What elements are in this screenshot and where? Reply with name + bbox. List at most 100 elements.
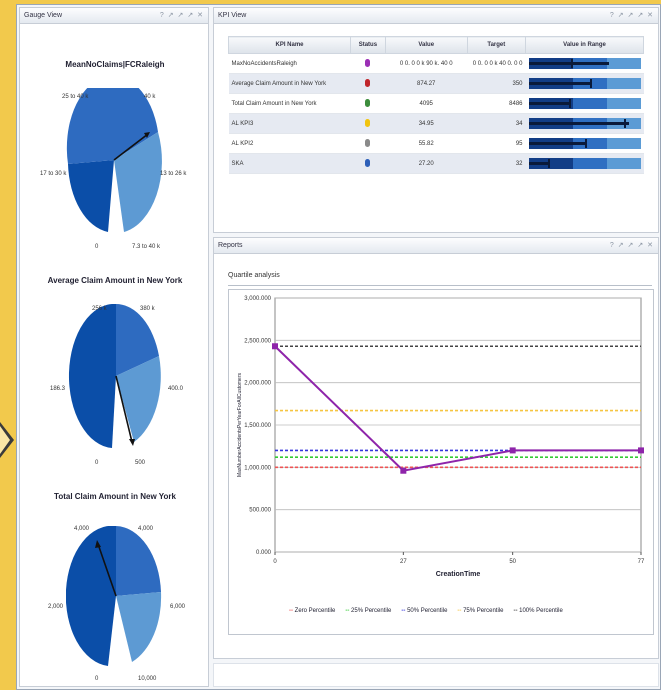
gauge-label: 400.0: [168, 386, 184, 392]
column-header[interactable]: Status: [350, 36, 386, 54]
value-bar: [528, 142, 585, 145]
legend-item: -- 100% Percentile: [513, 608, 562, 614]
status-indicator-icon: [365, 118, 371, 127]
table-row[interactable]: SKA 27.20 32: [228, 153, 644, 174]
value-in-range-bar: [528, 58, 641, 69]
table-row[interactable]: Average Claim Amount in New York 874.27 35…: [228, 73, 644, 94]
gauge-label: 13 to 26 k: [160, 171, 187, 177]
value-in-range-bar: [528, 78, 641, 89]
target-marker: [584, 139, 587, 148]
gauge-2-slice-dark: [68, 304, 116, 448]
kpi-status-cell: [350, 93, 386, 114]
gauge-label: 10,000: [138, 676, 157, 682]
table-row[interactable]: Total Claim Amount in New York 4095 8486: [228, 93, 644, 114]
target-marker: [547, 159, 550, 168]
panel-tools-icon[interactable]: ? ↗ ↗ ↗ ✕: [610, 238, 654, 253]
kpi-range-cell: [525, 153, 644, 174]
y-axis-label: MaxNumberAccidentsPerYearForAllCustomers: [237, 372, 243, 477]
gauge-label: 4,000: [138, 526, 154, 532]
y-tick-label: 2,500.000: [244, 338, 271, 344]
status-indicator-icon: [365, 98, 371, 107]
gauge-label: 0: [95, 676, 99, 682]
kpi-target-cell: 34: [467, 113, 526, 134]
x-tick-label: 77: [638, 559, 645, 565]
kpi-name-cell: MaxNoAccidentsRaleigh: [228, 53, 351, 74]
y-tick-label: 0.000: [256, 550, 272, 556]
kpi-range-cell: [525, 133, 644, 154]
kpi-view-title: KPI View: [218, 12, 247, 19]
quartile-chart-container: 3,000.000 2,500.000 2,000.000 1,500.000 1,00…: [228, 289, 654, 635]
gauge-3-chart: [66, 526, 162, 666]
gauge-3-slice-light: [116, 592, 162, 662]
kpi-value-cell: 55.82: [385, 133, 468, 154]
status-indicator-icon: [365, 58, 371, 67]
table-row[interactable]: AL KPI3 34.95 34: [228, 113, 644, 134]
panel-tools-icon[interactable]: ? ↗ ↗ ↗ ✕: [160, 8, 204, 23]
kpi-value-cell: 34.95: [385, 113, 468, 134]
gauge-label: 500: [135, 460, 146, 466]
kpi-view-panel: KPI View ? ↗ ↗ ↗ ✕ KPI Name Status Value…: [213, 7, 659, 233]
gauge-label: 25 to 40 k: [62, 94, 89, 100]
gauge-label: 0: [95, 244, 99, 250]
report-tab-quartile[interactable]: Quartile analysis: [228, 272, 280, 279]
kpi-target-cell: 350: [467, 73, 526, 94]
data-point: [272, 343, 278, 350]
kpi-value-cell: 4095: [385, 93, 468, 114]
y-tick-label: 1,500.000: [244, 423, 271, 429]
report-divider: [228, 285, 652, 286]
gauge-3-slice-dark: [66, 526, 116, 666]
gauge-label: 186.3: [50, 386, 66, 392]
gauge-label: 7.3 to 40 k: [132, 244, 161, 250]
value-bar: [528, 122, 630, 125]
legend-item: -- 50% Percentile: [401, 608, 447, 614]
gauge-label: 2,000: [48, 604, 64, 610]
target-marker: [590, 79, 593, 88]
kpi-name-cell: Total Claim Amount in New York: [228, 93, 351, 114]
status-indicator-icon: [365, 138, 371, 147]
range-band: [573, 158, 607, 169]
table-row[interactable]: AL KPI2 55.82 95: [228, 133, 644, 154]
legend-label: 50% Percentile: [407, 608, 448, 614]
gauge-title: Total Claim Amount in New York: [54, 492, 176, 501]
x-tick-label: 50: [509, 559, 516, 565]
gauge-title: MeanNoClaims|FCRaleigh: [65, 60, 165, 69]
gauge-2-chart: [68, 304, 161, 448]
x-tick-label: 0: [273, 559, 277, 565]
column-header[interactable]: KPI Name: [227, 36, 352, 54]
x-tick-label: 27: [400, 559, 407, 565]
gauge-3-slice-mid: [116, 526, 161, 596]
gauge-view-title: Gauge View: [24, 12, 63, 19]
kpi-status-cell: [350, 73, 386, 94]
gauge-label: 0: [95, 460, 99, 466]
kpi-target-cell: 8486: [467, 93, 526, 114]
value-in-range-bar: [528, 118, 641, 129]
value-bar: [528, 162, 549, 165]
kpi-range-cell: [525, 113, 644, 134]
column-header[interactable]: Value in Range: [525, 36, 644, 54]
gauge-label: 17 to 30 k: [40, 171, 67, 177]
gauge-2-needle-tip: [129, 439, 135, 446]
data-point: [509, 447, 516, 454]
kpi-table: KPI Name Status Value Target Value in Ra…: [227, 36, 644, 174]
bottom-empty-panel: [213, 663, 659, 687]
kpi-view-header: KPI View ? ↗ ↗ ↗ ✕: [214, 8, 658, 24]
dashboard-frame: Gauge View ? ↗ ↗ ↗ ✕ MeanNoClaims|FCRale…: [16, 4, 661, 690]
panel-tools-icon[interactable]: ? ↗ ↗ ↗ ✕: [610, 8, 654, 23]
reports-panel: Reports ? ↗ ↗ ↗ ✕ Quartile analysis 3,00…: [213, 237, 659, 659]
kpi-range-cell: [525, 53, 644, 74]
legend-label: 100% Percentile: [519, 608, 563, 614]
kpi-name-cell: Average Claim Amount in New York: [228, 73, 351, 94]
kpi-status-cell: [350, 113, 386, 134]
left-pointer-arrow-fill: [0, 426, 10, 454]
kpi-value-cell: 874.27: [385, 73, 468, 94]
gauge-label: 4,000: [74, 526, 90, 532]
legend-label: Zero Percentile: [294, 608, 336, 614]
range-band: [573, 98, 607, 109]
gauge-label: 256 k: [92, 306, 107, 312]
table-row[interactable]: MaxNoAccidentsRaleigh 0 0. 0 0 k 90 k. 40…: [228, 53, 644, 74]
kpi-name-cell: SKA: [228, 153, 351, 174]
kpi-target-cell: 0 0. 0 0 k 40 0. 0 0: [467, 53, 526, 74]
value-in-range-bar: [528, 158, 641, 169]
column-header[interactable]: Value: [384, 36, 468, 54]
column-header[interactable]: Target: [466, 36, 527, 54]
